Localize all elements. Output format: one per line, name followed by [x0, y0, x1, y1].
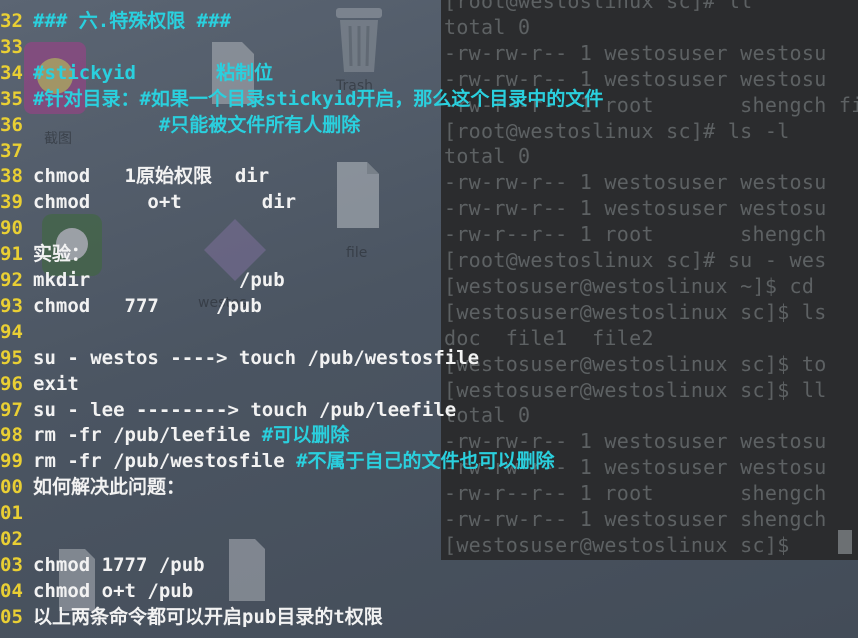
editor-line: 05 以上两条命令都可以开启pub目录的t权限 — [0, 604, 383, 630]
line-number: 99 — [0, 450, 23, 473]
line-number: 33 — [0, 35, 23, 58]
code-text: exit — [33, 372, 79, 395]
line-number: 91 — [0, 243, 23, 266]
line-number: 03 — [0, 553, 23, 576]
editor-line: 97 su - lee --------> touch /pub/leefile — [0, 397, 456, 423]
line-number: 32 — [0, 10, 23, 32]
code-text: su - lee --------> touch /pub/leefile — [33, 398, 457, 421]
code-text: chmod 1原始权限 dir — [33, 165, 270, 188]
editor-line: 33 — [0, 34, 33, 60]
code-text: chmod o+t /pub — [33, 579, 194, 602]
line-number: 96 — [0, 372, 23, 395]
line-number: 01 — [0, 502, 23, 525]
editor-line: 38 chmod 1原始权限 dir — [0, 163, 269, 189]
line-number: 39 — [0, 191, 23, 214]
line-number: 02 — [0, 528, 23, 550]
editor-line: 39 chmod o+t dir — [0, 189, 296, 215]
line-number: 90 — [0, 217, 23, 240]
editor-line: 90 — [0, 215, 33, 241]
line-number: 97 — [0, 398, 23, 421]
code-text: 实验： — [33, 243, 91, 266]
code-text: chmod 1777 /pub — [33, 553, 205, 576]
comment-text: #stickyid 粘制位 — [33, 61, 274, 84]
line-number: 37 — [0, 139, 23, 162]
code-text: chmod 777 /pub — [33, 294, 262, 317]
code-text: mkdir /pub — [33, 269, 285, 291]
editor-line: 03 chmod 1777 /pub — [0, 552, 205, 578]
editor-line: 00 如何解决此问题： — [0, 474, 185, 500]
line-number: 04 — [0, 579, 23, 602]
editor-line: 32 ### 六.特殊权限 ### — [0, 8, 231, 34]
line-number: 92 — [0, 269, 23, 291]
code-text: rm -fr /pub/leefile — [33, 424, 262, 447]
code-text: 如何解决此问题： — [33, 476, 186, 499]
editor-line: 04 chmod o+t /pub — [0, 578, 193, 604]
line-number: 34 — [0, 61, 23, 84]
editor-line: 94 — [0, 319, 33, 345]
editor-line: 95 su - westos ----> touch /pub/westosfil… — [0, 345, 479, 371]
editor-line: 01 — [0, 500, 33, 526]
code-text: chmod o+t dir — [33, 191, 297, 214]
code-text: 以上两条命令都可以开启pub目录的t权限 — [33, 605, 383, 628]
line-number: 35 — [0, 87, 23, 110]
code-text: su - westos ----> touch /pub/westosfile — [33, 346, 480, 369]
editor-line: 35 #针对目录：#如果一个目录stickyid开启，那么这个目录中的文件 — [0, 86, 603, 112]
editor-line: 99 rm -fr /pub/westosfile #不属于自己的文件也可以删除 — [0, 448, 555, 474]
editor-line: 92 mkdir /pub — [0, 267, 285, 293]
code-text: rm -fr /pub/westosfile — [33, 450, 297, 473]
line-number: 94 — [0, 320, 23, 343]
editor-line: 91 实验： — [0, 241, 90, 267]
line-number: 38 — [0, 165, 23, 188]
editor-line: 36 #只能被文件所有人删除 — [0, 112, 360, 138]
editor-line: 93 chmod 777 /pub — [0, 293, 262, 319]
editor-line: 37 — [0, 138, 33, 164]
line-number: 36 — [0, 113, 23, 136]
comment-text: ### 六.特殊权限 ### — [33, 10, 231, 32]
editor-text-area[interactable]: 32 ### 六.特殊权限 ### 33 34 #stickyid 粘制位 35 #针对目录… — [0, 0, 858, 638]
line-number: 00 — [0, 476, 23, 499]
editor-line: 98 rm -fr /pub/leefile #可以删除 — [0, 422, 349, 448]
comment-text: #可以删除 — [261, 424, 350, 447]
line-number: 93 — [0, 294, 23, 317]
comment-text: #只能被文件所有人删除 — [33, 113, 361, 136]
comment-text: #针对目录：#如果一个目录stickyid开启，那么这个目录中的文件 — [33, 87, 604, 110]
comment-text: #不属于自己的文件也可以删除 — [296, 450, 555, 473]
line-number: 98 — [0, 424, 23, 447]
editor-line: 34 #stickyid 粘制位 — [0, 60, 273, 86]
line-number: 95 — [0, 346, 23, 369]
editor-line: 96 exit — [0, 371, 79, 397]
editor-line: 02 — [0, 526, 33, 552]
line-number: 05 — [0, 605, 23, 628]
